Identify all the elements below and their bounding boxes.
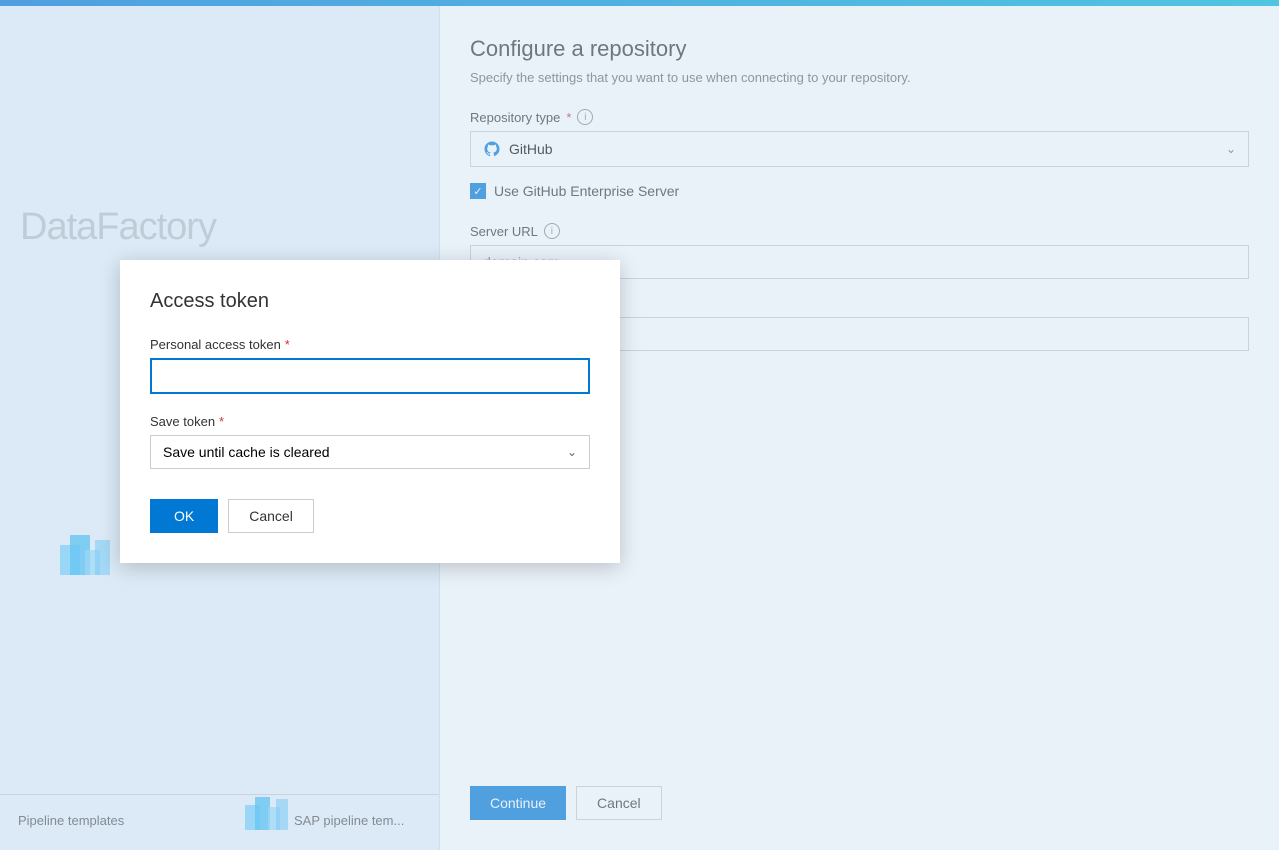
save-token-value: Save until cache is cleared xyxy=(163,444,330,460)
personal-access-token-input[interactable] xyxy=(150,358,590,394)
modal-title: Access token xyxy=(150,290,590,313)
cancel-modal-button[interactable]: Cancel xyxy=(228,499,314,533)
modal-footer: OK Cancel xyxy=(150,499,590,533)
personal-access-token-label: Personal access token xyxy=(150,337,281,352)
save-token-label-row: Save token * xyxy=(150,414,590,429)
ok-button[interactable]: OK xyxy=(150,499,218,533)
save-token-label: Save token xyxy=(150,414,215,429)
save-token-chevron-icon: ⌄ xyxy=(567,445,577,459)
access-token-modal: Access token Personal access token * Sav… xyxy=(120,260,620,563)
save-token-required-star: * xyxy=(219,414,224,429)
save-token-dropdown[interactable]: Save until cache is cleared ⌄ xyxy=(150,435,590,469)
pat-required-star: * xyxy=(285,337,290,352)
personal-access-token-label-row: Personal access token * xyxy=(150,337,590,352)
